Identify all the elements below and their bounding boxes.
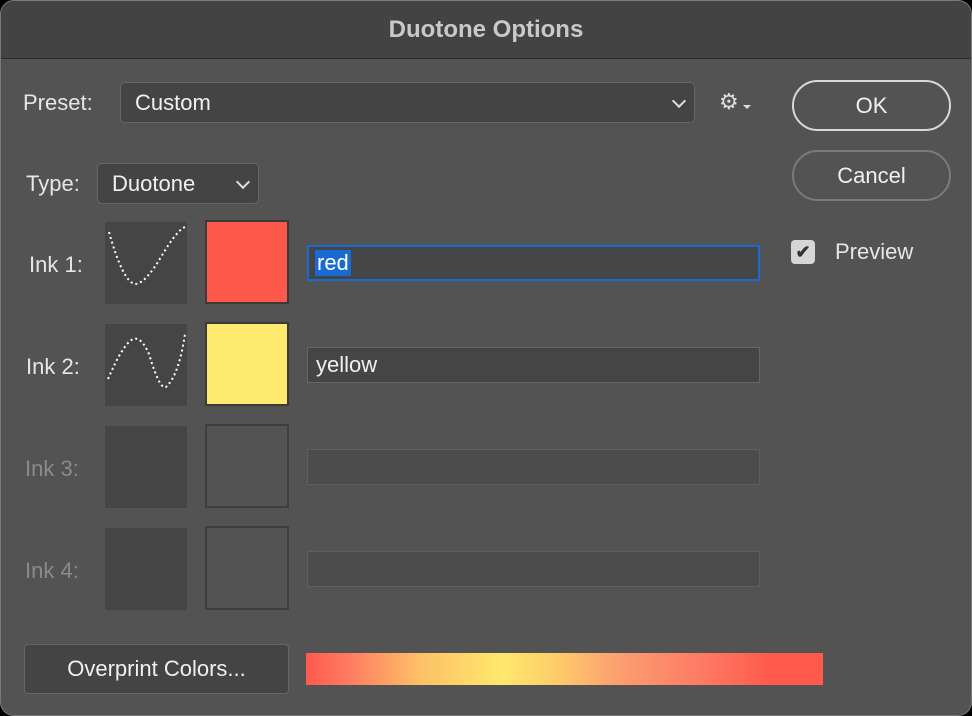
ink3-label: Ink 3:: [25, 456, 79, 481]
checkmark-icon: ✔: [795, 241, 811, 262]
type-value: Duotone: [112, 170, 196, 196]
ink1-name-input[interactable]: red: [307, 245, 760, 281]
s-curve-icon: [107, 333, 186, 389]
ink2-name-input[interactable]: yellow: [307, 347, 760, 383]
preview-checkbox[interactable]: ✔: [791, 240, 815, 264]
v-curve-icon: [108, 226, 186, 286]
overprint-colors-button[interactable]: Overprint Colors...: [24, 644, 289, 694]
ink2-label: Ink 2:: [26, 354, 80, 379]
type-select[interactable]: Duotone: [97, 163, 259, 204]
duotone-options-dialog: Duotone Options Preset: Custom ⚙ OK Canc…: [0, 0, 972, 716]
ink2-name-value: yellow: [316, 352, 378, 377]
ink2-curve-button[interactable]: [105, 324, 187, 406]
dialog-title: Duotone Options: [388, 15, 584, 43]
preset-select[interactable]: Custom: [120, 82, 695, 123]
preset-label: Preset:: [23, 90, 93, 115]
ink1-curve-button[interactable]: [105, 222, 187, 304]
duotone-gradient-ramp: [306, 653, 823, 685]
cancel-button[interactable]: Cancel: [792, 150, 951, 201]
ink4-curve-button: [105, 528, 187, 610]
preset-value: Custom: [135, 89, 211, 115]
ink1-color-swatch[interactable]: [205, 220, 289, 304]
chevron-down-icon: [671, 93, 687, 108]
ink3-name-input: [307, 449, 760, 485]
ink4-label: Ink 4:: [25, 558, 79, 583]
ok-button[interactable]: OK: [792, 80, 951, 131]
ink1-label: Ink 1:: [29, 252, 83, 277]
chevron-down-icon: [235, 174, 251, 189]
ink3-color-swatch: [205, 424, 289, 508]
ink2-color-swatch[interactable]: [205, 322, 289, 406]
type-label: Type:: [26, 171, 80, 196]
ink4-name-input: [307, 551, 760, 587]
preview-label[interactable]: Preview: [835, 239, 913, 265]
ink4-color-swatch: [205, 526, 289, 610]
dropdown-triangle-icon: [743, 105, 751, 109]
title-bar: Duotone Options: [1, 1, 971, 59]
ink1-name-value: red: [315, 250, 351, 276]
ink3-curve-button: [105, 426, 187, 508]
gear-icon[interactable]: ⚙: [719, 89, 755, 117]
